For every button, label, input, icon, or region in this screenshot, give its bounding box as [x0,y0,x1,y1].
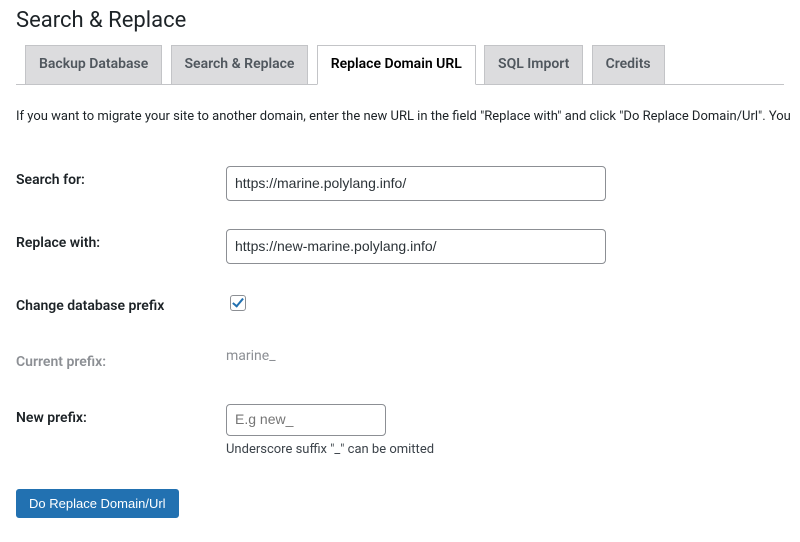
page-title: Search & Replace [16,8,784,33]
new-prefix-input[interactable] [226,404,386,436]
tab-search-replace[interactable]: Search & Replace [171,45,309,84]
tab-replace-domain-url[interactable]: Replace Domain URL [317,45,476,85]
change-prefix-label: Change database prefix [16,278,226,334]
tab-sql-import[interactable]: SQL Import [484,45,583,84]
new-prefix-label: New prefix: [16,390,226,471]
search-for-label: Search for: [16,152,226,215]
tab-credits[interactable]: Credits [592,45,665,84]
replace-with-input[interactable] [226,229,606,264]
new-prefix-help: Underscore suffix "_" can be omitted [226,442,774,457]
current-prefix-label: Current prefix: [16,334,226,390]
settings-form: Search for: Replace with: Change databas… [16,152,784,471]
tab-backup-database[interactable]: Backup Database [25,45,162,84]
current-prefix-value: marine_ [226,348,276,364]
search-for-input[interactable] [226,166,606,201]
replace-with-label: Replace with: [16,215,226,278]
tab-bar: Backup Database Search & Replace Replace… [16,45,784,85]
page-description: If you want to migrate your site to anot… [16,109,784,124]
change-prefix-checkbox[interactable] [230,295,246,311]
do-replace-button[interactable]: Do Replace Domain/Url [16,489,179,518]
